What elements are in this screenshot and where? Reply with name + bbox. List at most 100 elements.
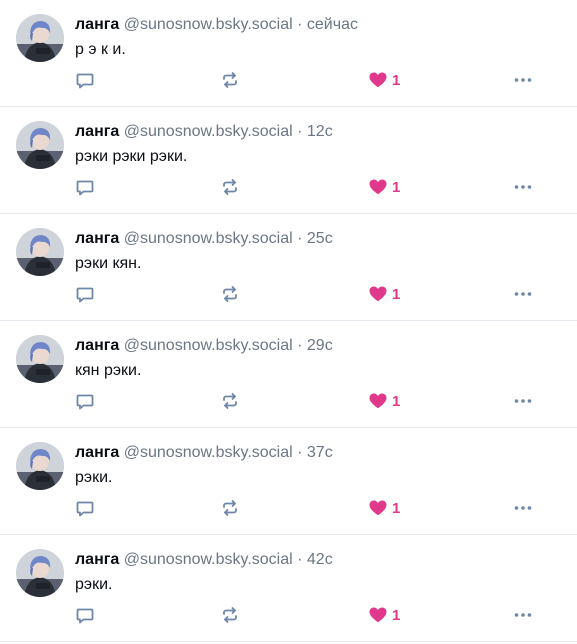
more-dots-icon [514, 399, 532, 403]
author-handle[interactable]: @sunosnow.bsky.social [124, 337, 293, 354]
separator: · [297, 444, 303, 461]
heart-filled-icon [369, 500, 387, 516]
feed-post[interactable]: ланга @sunosnow.bsky.social · 25с рэки к… [0, 214, 577, 321]
separator: · [297, 337, 303, 354]
repost-button[interactable] [220, 605, 240, 625]
like-button[interactable]: 1 [368, 391, 400, 411]
avatar[interactable] [16, 549, 64, 597]
separator: · [297, 16, 303, 33]
post-feed: ланга @sunosnow.bsky.social · сейчас р э… [0, 0, 577, 642]
more-options-button[interactable] [513, 177, 533, 197]
like-button[interactable]: 1 [368, 284, 400, 304]
more-dots-icon [514, 185, 532, 189]
like-button[interactable]: 1 [368, 605, 400, 625]
avatar-image [16, 228, 64, 276]
heart-filled-icon [369, 393, 387, 409]
repost-button[interactable] [220, 70, 240, 90]
post-text: рэки рэки рэки. [75, 148, 188, 165]
like-button[interactable]: 1 [368, 498, 400, 518]
post-text: кян рэки. [75, 362, 142, 379]
avatar-image [16, 121, 64, 169]
post-time[interactable]: 25с [307, 230, 333, 247]
more-dots-icon [514, 292, 532, 296]
more-options-button[interactable] [513, 605, 533, 625]
like-count: 1 [392, 392, 401, 410]
more-options-button[interactable] [513, 70, 533, 90]
feed-post[interactable]: ланга @sunosnow.bsky.social · 42с рэки. [0, 535, 577, 642]
repost-button[interactable] [220, 498, 240, 518]
repost-icon [223, 72, 237, 88]
comment-icon [76, 501, 94, 517]
post-text: рэки. [75, 576, 113, 593]
post-time[interactable]: 12с [307, 123, 333, 140]
reply-button[interactable] [75, 498, 95, 518]
like-count: 1 [392, 71, 401, 89]
feed-post[interactable]: ланга @sunosnow.bsky.social · 37с рэки. [0, 428, 577, 535]
author-handle[interactable]: @sunosnow.bsky.social [124, 230, 293, 247]
author-name[interactable]: ланга [75, 123, 119, 140]
heart-filled-icon [369, 179, 387, 195]
avatar[interactable] [16, 335, 64, 383]
repost-icon [223, 393, 237, 409]
post-actions: 1 [75, 177, 545, 197]
post-time[interactable]: 42с [307, 551, 333, 568]
author-name[interactable]: ланга [75, 16, 119, 33]
post-actions: 1 [75, 605, 545, 625]
more-dots-icon [514, 78, 532, 82]
author-name[interactable]: ланга [75, 444, 119, 461]
author-name[interactable]: ланга [75, 337, 119, 354]
like-button[interactable]: 1 [368, 70, 400, 90]
separator: · [297, 123, 303, 140]
comment-icon [76, 287, 94, 303]
post-text: р э к и. [75, 41, 126, 58]
reply-button[interactable] [75, 70, 95, 90]
heart-filled-icon [369, 72, 387, 88]
post-actions: 1 [75, 391, 545, 411]
like-button[interactable]: 1 [368, 177, 400, 197]
reply-button[interactable] [75, 391, 95, 411]
heart-filled-icon [369, 286, 387, 302]
more-dots-icon [514, 613, 532, 617]
avatar[interactable] [16, 442, 64, 490]
post-actions: 1 [75, 284, 545, 304]
post-time[interactable]: сейчас [307, 16, 358, 33]
reply-button[interactable] [75, 177, 95, 197]
reply-button[interactable] [75, 284, 95, 304]
author-handle[interactable]: @sunosnow.bsky.social [124, 551, 293, 568]
avatar[interactable] [16, 14, 64, 62]
more-options-button[interactable] [513, 498, 533, 518]
avatar[interactable] [16, 228, 64, 276]
avatar[interactable] [16, 121, 64, 169]
author-name[interactable]: ланга [75, 551, 119, 568]
avatar-image [16, 549, 64, 597]
feed-post[interactable]: ланга @sunosnow.bsky.social · сейчас р э… [0, 0, 577, 107]
post-text: рэки кян. [75, 255, 142, 272]
repost-icon [223, 607, 237, 623]
author-name[interactable]: ланга [75, 230, 119, 247]
author-handle[interactable]: @sunosnow.bsky.social [124, 123, 293, 140]
like-count: 1 [392, 606, 401, 624]
repost-button[interactable] [220, 391, 240, 411]
avatar-image [16, 14, 64, 62]
more-options-button[interactable] [513, 284, 533, 304]
avatar-image [16, 442, 64, 490]
comment-icon [76, 73, 94, 89]
post-time[interactable]: 37с [307, 444, 333, 461]
repost-button[interactable] [220, 284, 240, 304]
separator: · [297, 551, 303, 568]
post-actions: 1 [75, 70, 545, 90]
more-options-button[interactable] [513, 391, 533, 411]
feed-post[interactable]: ланга @sunosnow.bsky.social · 12с рэки р… [0, 107, 577, 214]
separator: · [297, 230, 303, 247]
author-handle[interactable]: @sunosnow.bsky.social [124, 444, 293, 461]
repost-icon [223, 179, 237, 195]
feed-post[interactable]: ланга @sunosnow.bsky.social · 29с кян рэ… [0, 321, 577, 428]
repost-button[interactable] [220, 177, 240, 197]
reply-button[interactable] [75, 605, 95, 625]
author-handle[interactable]: @sunosnow.bsky.social [124, 16, 293, 33]
like-count: 1 [392, 499, 401, 517]
post-time[interactable]: 29с [307, 337, 333, 354]
comment-icon [76, 608, 94, 624]
like-count: 1 [392, 178, 401, 196]
repost-icon [223, 286, 237, 302]
